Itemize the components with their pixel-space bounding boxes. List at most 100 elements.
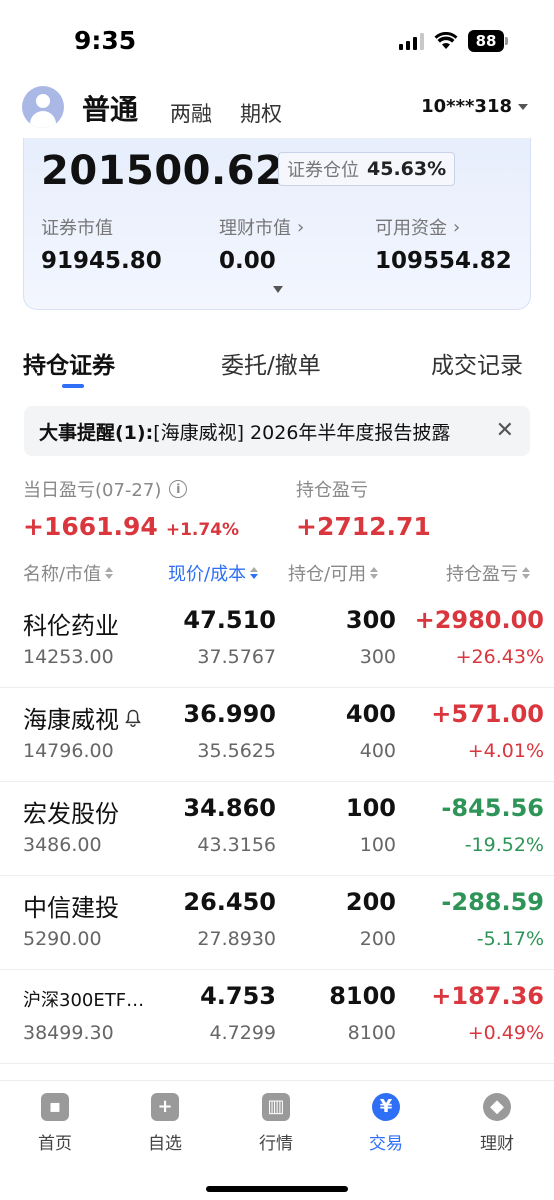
nav-label: 理财 xyxy=(480,1134,514,1154)
holding-quantity: 300 xyxy=(345,606,396,634)
holding-quantity: 100 xyxy=(345,794,396,822)
holding-price: 26.450 xyxy=(183,888,276,916)
bottom-nav: ▪ 首页 + 自选 ▥ 行情 ¥ 交易 ◆ 理财 xyxy=(0,1080,554,1200)
holding-row[interactable]: 沪深300ETF… 38499.30 4.753 4.7299 8100 810… xyxy=(0,970,554,1064)
holding-name: 宏发股份 xyxy=(23,800,119,828)
sort-icon xyxy=(250,567,259,579)
holdings-column-headers: 名称/市值 现价/成本 持仓/可用 持仓盈亏 xyxy=(0,560,554,590)
holding-pnl-label: 持仓盈亏 xyxy=(296,480,368,501)
holding-quantity: 400 xyxy=(345,700,396,728)
holding-market-value: 14253.00 xyxy=(23,646,114,668)
nav-item-trade[interactable]: ¥ 交易 xyxy=(346,1093,426,1154)
nav-label: 交易 xyxy=(369,1134,403,1154)
yen-icon: ¥ xyxy=(372,1093,400,1121)
close-icon[interactable]: ✕ xyxy=(496,418,514,443)
plus-icon: + xyxy=(151,1093,179,1121)
nav-label: 首页 xyxy=(38,1134,72,1154)
nav-label: 自选 xyxy=(148,1134,182,1154)
metric-securities-value: 证券市值 91945.80 xyxy=(41,214,162,274)
holding-market-value: 38499.30 xyxy=(23,1022,114,1044)
account-tab-normal[interactable]: 普通 xyxy=(82,88,138,128)
tab-holdings[interactable]: 持仓证券 xyxy=(23,346,115,380)
holding-cost: 37.5767 xyxy=(197,646,276,668)
chevron-down-icon xyxy=(518,103,528,110)
holding-available: 300 xyxy=(359,646,396,668)
metric-wealth-value[interactable]: 理财市值 › 0.00 xyxy=(219,214,305,275)
holding-pnl-percent: -5.17% xyxy=(476,928,544,950)
column-header-label: 持仓/可用 xyxy=(288,564,367,585)
holding-market-value: 14796.00 xyxy=(23,740,114,762)
holding-cost: 27.8930 xyxy=(197,928,276,950)
chart-icon: ▥ xyxy=(262,1093,290,1121)
total-assets: 201500.62 xyxy=(41,148,284,194)
holding-pnl: -288.59 xyxy=(441,888,544,916)
nav-item-home[interactable]: ▪ 首页 xyxy=(15,1093,95,1154)
holding-price: 36.990 xyxy=(183,700,276,728)
holding-name: 科伦药业 xyxy=(23,612,119,640)
sort-icon xyxy=(105,567,114,579)
avatar[interactable] xyxy=(22,86,64,128)
holding-quantity: 8100 xyxy=(329,982,396,1010)
holding-price: 47.510 xyxy=(183,606,276,634)
expand-caret-icon[interactable] xyxy=(273,286,283,293)
holding-pnl-percent: +0.49% xyxy=(467,1022,544,1044)
notice-head: 大事提醒(1): xyxy=(39,421,154,444)
metric-label: 证券市值 xyxy=(41,218,113,239)
home-indicator[interactable] xyxy=(206,1186,348,1192)
nav-item-wealth[interactable]: ◆ 理财 xyxy=(457,1093,537,1154)
holding-cost: 4.7299 xyxy=(209,1022,276,1044)
metric-available-funds[interactable]: 可用资金 › 109554.82 xyxy=(375,214,512,275)
holding-available: 8100 xyxy=(347,1022,396,1044)
account-selector[interactable]: 10***318 xyxy=(421,96,528,117)
daily-pnl: 当日盈亏(07-27) i +1661.94 +1.74% xyxy=(23,476,239,541)
holding-row[interactable]: 海康威视 14796.00 36.990 35.5625 400 400 +57… xyxy=(0,688,554,782)
account-tab-options[interactable]: 期权 xyxy=(240,98,282,128)
tab-orders[interactable]: 委托/撤单 xyxy=(221,346,321,380)
column-header-position[interactable]: 持仓/可用 xyxy=(288,560,379,586)
holding-row[interactable]: 中信建投 5290.00 26.450 27.8930 200 200 -288… xyxy=(0,876,554,970)
notice-body: [海康威视] 2026年半年度报告披露 xyxy=(153,421,451,444)
nav-item-watchlist[interactable]: + 自选 xyxy=(125,1093,205,1154)
metric-value: 109554.82 xyxy=(375,248,512,274)
holding-cost: 35.5625 xyxy=(197,740,276,762)
account-tab-margin[interactable]: 两融 xyxy=(170,98,212,128)
holdings-tabs: 持仓证券 委托/撤单 成交记录 xyxy=(0,340,554,392)
holding-price: 34.860 xyxy=(183,794,276,822)
position-ratio-value: 45.63% xyxy=(367,158,447,180)
holding-name: 沪深300ETF… xyxy=(23,990,145,1011)
daily-pnl-value: +1661.94 xyxy=(23,512,158,541)
column-header-label: 名称/市值 xyxy=(23,564,102,585)
holding-row[interactable]: 宏发股份 3486.00 34.860 43.3156 100 100 -845… xyxy=(0,782,554,876)
column-header-name[interactable]: 名称/市值 xyxy=(23,560,114,586)
holding-pnl: +571.00 xyxy=(431,700,544,728)
battery-icon: 88 xyxy=(468,30,508,52)
column-header-label: 持仓盈亏 xyxy=(446,564,518,585)
nav-item-market[interactable]: ▥ 行情 xyxy=(236,1093,316,1154)
home-icon: ▪ xyxy=(41,1093,69,1121)
nav-label: 行情 xyxy=(259,1134,293,1154)
holding-name-wrap: 海康威视 xyxy=(23,700,141,735)
account-number: 10***318 xyxy=(421,96,512,117)
holding-pnl: 持仓盈亏 +2712.71 xyxy=(296,476,431,541)
position-ratio-label: 证券仓位 xyxy=(287,160,359,181)
daily-pnl-label: 当日盈亏(07-27) xyxy=(23,480,162,501)
diamond-icon: ◆ xyxy=(483,1093,511,1121)
holding-cost: 43.3156 xyxy=(197,834,276,856)
holding-pnl-percent: +4.01% xyxy=(467,740,544,762)
chevron-right-icon: › xyxy=(453,216,461,238)
holding-quantity: 200 xyxy=(345,888,396,916)
holding-market-value: 5290.00 xyxy=(23,928,102,950)
holding-price: 4.753 xyxy=(200,982,276,1010)
column-header-pnl[interactable]: 持仓盈亏 xyxy=(446,560,530,586)
holding-available: 100 xyxy=(359,834,396,856)
column-header-price[interactable]: 现价/成本 xyxy=(168,560,259,586)
holding-pnl-value: +2712.71 xyxy=(296,512,431,541)
holding-row[interactable]: 科伦药业 14253.00 47.510 37.5767 300 300 +29… xyxy=(0,594,554,688)
metric-label: 理财市值 xyxy=(219,218,291,239)
event-notice-banner[interactable]: 大事提醒(1): [海康威视] 2026年半年度报告披露 ✕ xyxy=(24,406,530,456)
info-icon[interactable]: i xyxy=(169,480,188,498)
tab-trades[interactable]: 成交记录 xyxy=(431,346,523,380)
metric-value: 0.00 xyxy=(219,248,276,274)
chevron-right-icon: › xyxy=(297,216,305,238)
status-icons: 88 xyxy=(399,30,508,52)
